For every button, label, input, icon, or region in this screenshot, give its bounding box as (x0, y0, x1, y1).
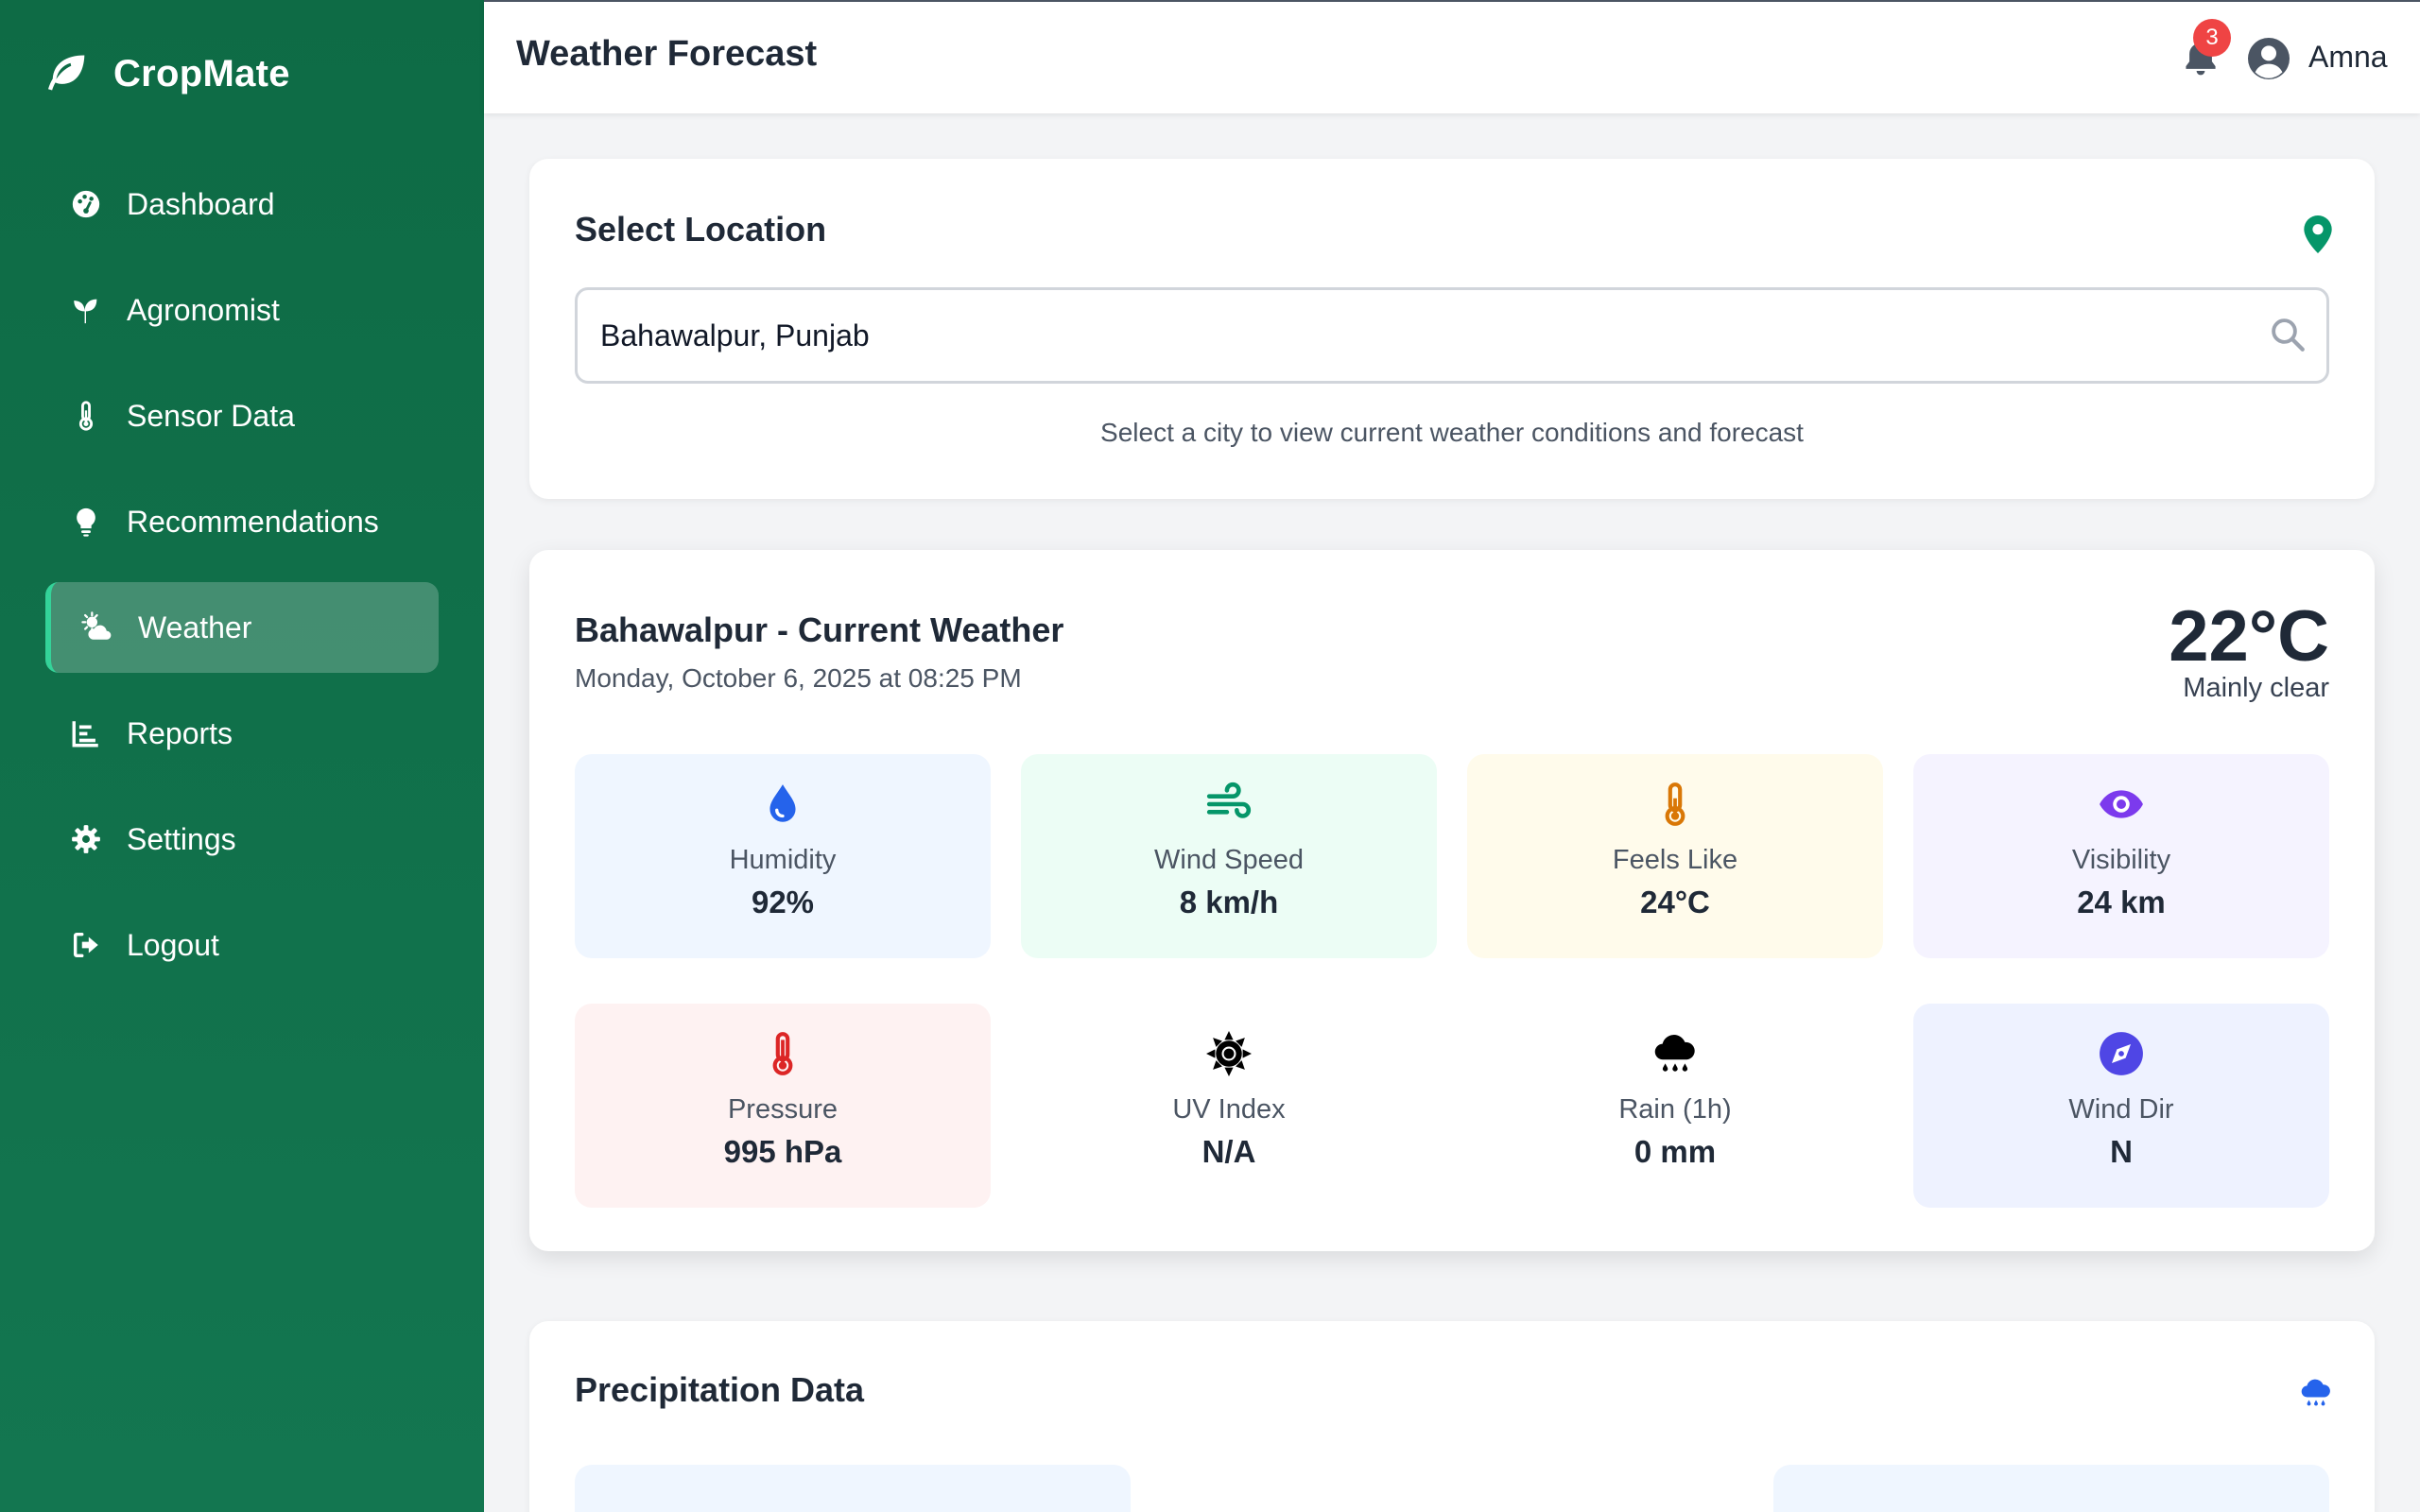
current-temperature: 22°C (2169, 596, 2329, 677)
eye-icon (1913, 779, 2329, 830)
precipitation-title: Precipitation Data (575, 1370, 865, 1409)
metric-label: Humidity (729, 845, 837, 875)
metric-value: 24 km (2077, 885, 2166, 919)
page-title: Weather Forecast (516, 34, 818, 74)
metric-value: 92% (751, 885, 815, 919)
map-pin-icon (2304, 215, 2332, 253)
cloud-rain-icon (1467, 1028, 1883, 1079)
current-weather-card: Bahawalpur - Current Weather Monday, Oct… (529, 550, 2375, 1251)
metric-value: 0 mm (1634, 1134, 1717, 1169)
precipitation-tile (575, 1465, 1131, 1512)
leaf-icon (47, 55, 85, 91)
sidebar-item-label: Sensor Data (127, 398, 295, 433)
notification-badge: 3 (2193, 19, 2231, 57)
metric-value: 8 km/h (1179, 885, 1279, 919)
seedling-icon (66, 290, 106, 330)
sidebar-item-label: Dashboard (127, 186, 275, 221)
sidebar-item-label: Reports (127, 715, 233, 750)
current-weather-title: Bahawalpur - Current Weather (575, 610, 1064, 649)
current-weather-date: Monday, October 6, 2025 at 08:25 PM (575, 663, 1022, 693)
metric-value: 995 hPa (723, 1134, 842, 1169)
search-icon[interactable] (2268, 315, 2308, 354)
metric-rain: Rain (1h) 0 mm (1467, 1004, 1883, 1208)
metric-wind-direction: Wind Dir N (1913, 1004, 2329, 1208)
sidebar-item-label: Weather (138, 610, 252, 644)
metric-label: Visibility (2071, 845, 2171, 875)
metric-label: Wind Speed (1154, 845, 1304, 875)
sidebar-item-label: Agronomist (127, 292, 280, 327)
sidebar-item-logout[interactable]: Logout (45, 900, 439, 990)
metric-value: 24°C (1640, 885, 1710, 919)
location-title: Select Location (575, 210, 827, 249)
metric-label: Rain (1h) (1618, 1094, 1732, 1125)
metric-wind-speed: Wind Speed 8 km/h (1021, 754, 1437, 958)
metric-humidity: Humidity 92% (575, 754, 991, 958)
sign-out-icon (66, 925, 106, 965)
sun-icon (1021, 1028, 1437, 1079)
cloud-sun-icon (78, 608, 117, 647)
location-card: Select Location Select a city to view cu… (529, 159, 2375, 499)
app-name: CropMate (113, 52, 290, 94)
avatar[interactable] (2246, 36, 2291, 81)
lightbulb-icon (66, 502, 106, 541)
brand[interactable]: CropMate (43, 47, 290, 100)
sidebar-item-weather[interactable]: Weather (45, 582, 439, 673)
cloud-rain-icon (2301, 1379, 2330, 1406)
sidebar-item-sensor-data[interactable]: Sensor Data (45, 370, 439, 461)
metric-feels-like: Feels Like 24°C (1467, 754, 1883, 958)
sidebar-item-reports[interactable]: Reports (45, 688, 439, 779)
topbar: Weather Forecast 3 Amna (484, 0, 2420, 113)
metric-label: UV Index (1172, 1094, 1286, 1125)
location-search-box (575, 287, 2329, 384)
sidebar-item-label: Settings (127, 821, 236, 856)
gear-icon (66, 819, 106, 859)
metric-value: N (2110, 1134, 2133, 1169)
sidebar-item-label: Logout (127, 927, 219, 962)
sidebar-item-label: Recommendations (127, 504, 379, 539)
current-condition: Mainly clear (2183, 673, 2329, 703)
username[interactable]: Amna (2308, 40, 2388, 75)
palette-gauge-icon (66, 184, 106, 224)
thermometer-half-icon (1467, 779, 1883, 830)
metric-label: Feels Like (1612, 845, 1738, 875)
droplet-icon (575, 779, 991, 830)
wind-icon (1021, 779, 1437, 830)
bar-chart-icon (66, 713, 106, 753)
thermometer-icon (66, 396, 106, 436)
metric-visibility: Visibility 24 km (1913, 754, 2329, 958)
precipitation-card: Precipitation Data (529, 1321, 2375, 1512)
sidebar-nav: Dashboard Agronomist Sensor Data Recomme… (45, 159, 439, 1005)
metric-pressure: Pressure 995 hPa (575, 1004, 991, 1208)
compass-icon (1913, 1028, 2329, 1079)
precipitation-tile (1174, 1465, 1730, 1512)
metric-value: N/A (1201, 1134, 1256, 1169)
sidebar-item-dashboard[interactable]: Dashboard (45, 159, 439, 249)
location-hint: Select a city to view current weather co… (1100, 418, 1804, 447)
sidebar-item-agronomist[interactable]: Agronomist (45, 265, 439, 355)
sidebar: CropMate Dashboard Agronomist Sensor Dat… (0, 0, 484, 1512)
metric-label: Wind Dir (2068, 1094, 2174, 1125)
sidebar-item-recommendations[interactable]: Recommendations (45, 476, 439, 567)
metric-uv-index: UV Index N/A (1021, 1004, 1437, 1208)
sidebar-item-settings[interactable]: Settings (45, 794, 439, 885)
thermometer-full-icon (575, 1028, 991, 1079)
metric-label: Pressure (727, 1094, 838, 1125)
precipitation-tile (1773, 1465, 2329, 1512)
location-search-input[interactable] (600, 290, 2245, 381)
